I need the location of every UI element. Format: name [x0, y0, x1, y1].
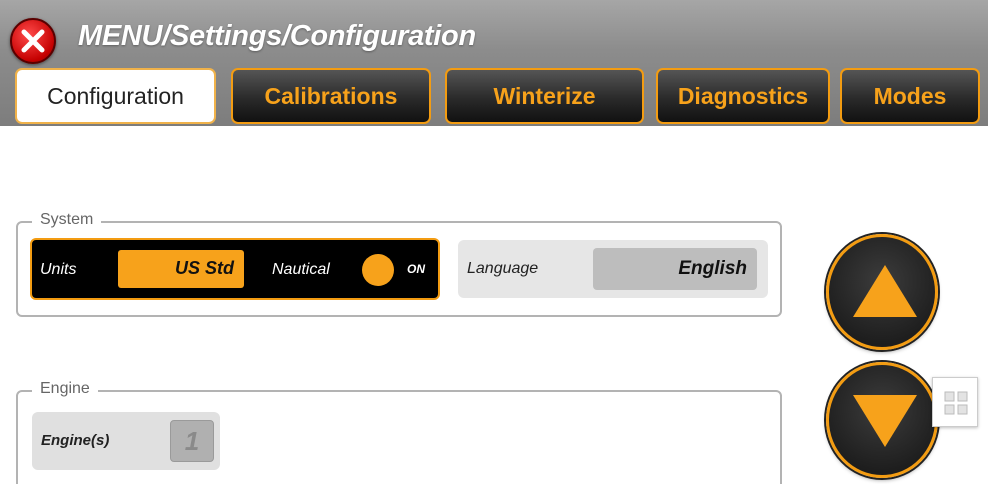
- engines-label: Engine(s): [41, 432, 110, 449]
- tab-label: Configuration: [47, 82, 184, 109]
- tab-label: Calibrations: [264, 82, 398, 109]
- tab-label: Modes: [873, 82, 947, 109]
- engines-panel: Engine(s) 1: [32, 412, 220, 470]
- arrow-up-icon: [853, 265, 917, 317]
- units-selector[interactable]: US Std: [118, 250, 244, 288]
- system-group-label: System: [32, 211, 102, 229]
- nautical-toggle[interactable]: [362, 254, 394, 286]
- tab-label: Diagnostics: [677, 82, 809, 109]
- tab-label: Winterize: [493, 82, 596, 109]
- breadcrumb: MENU/Settings/Configuration: [78, 20, 476, 52]
- keypad-button[interactable]: [932, 377, 978, 427]
- nautical-state: ON: [407, 262, 425, 276]
- tab-winterize[interactable]: Winterize: [445, 68, 644, 124]
- header-bar: MENU/Settings/Configuration Configuratio…: [0, 0, 988, 126]
- units-label: Units: [40, 261, 77, 278]
- arrow-down-icon: [853, 395, 917, 447]
- tab-configuration[interactable]: Configuration: [15, 68, 216, 124]
- engine-group-label: Engine: [32, 380, 98, 398]
- engines-count-field[interactable]: 1: [170, 420, 214, 462]
- close-button[interactable]: [10, 18, 56, 64]
- language-value: English: [678, 258, 747, 279]
- tab-calibrations[interactable]: Calibrations: [231, 68, 431, 124]
- keypad-grid-icon: [944, 391, 968, 415]
- tab-modes[interactable]: Modes: [840, 68, 980, 124]
- language-panel: Language English: [458, 240, 768, 298]
- units-value: US Std: [174, 258, 234, 278]
- nautical-label: Nautical: [272, 261, 330, 278]
- tab-diagnostics[interactable]: Diagnostics: [656, 68, 830, 124]
- close-x-icon: [21, 29, 45, 53]
- language-selector[interactable]: English: [593, 248, 757, 290]
- language-label: Language: [467, 260, 539, 277]
- scroll-down-button[interactable]: [826, 362, 938, 478]
- units-panel: Units US Std Nautical ON: [30, 238, 440, 300]
- scroll-up-button[interactable]: [826, 234, 938, 350]
